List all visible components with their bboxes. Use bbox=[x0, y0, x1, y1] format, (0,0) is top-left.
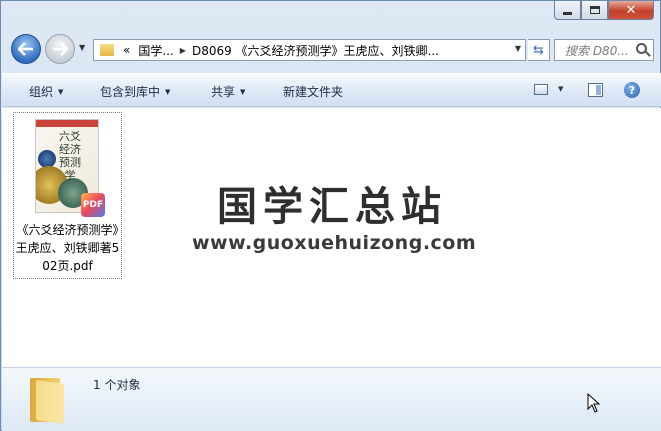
close-icon: ✕ bbox=[625, 2, 637, 18]
watermark-title: 国学汇总站 bbox=[217, 184, 447, 230]
maximize-button[interactable] bbox=[581, 1, 608, 20]
chevron-down-icon: ▼ bbox=[240, 88, 246, 96]
details-pane: 1 个对象 bbox=[2, 367, 661, 431]
file-name[interactable]: 《六爻经济预测学》王虎应、刘铁卿著502页.pdf bbox=[14, 221, 121, 275]
explorer-window: ✕ ▼ « 国学... ▶ D8069 《六爻经济预测学》王虎应、刘铁卿... … bbox=[0, 0, 661, 431]
navigation-bar: ▼ « 国学... ▶ D8069 《六爻经济预测学》王虎应、刘铁卿... ▼ … bbox=[7, 31, 654, 69]
address-overflow[interactable]: « bbox=[119, 43, 134, 57]
search-placeholder: 搜索 D80... bbox=[565, 43, 629, 58]
address-dropdown-icon[interactable]: ▼ bbox=[515, 44, 521, 53]
forward-arrow-icon bbox=[53, 42, 68, 56]
minimize-button[interactable] bbox=[554, 1, 581, 20]
file-item[interactable]: 六爻经济预测学 PDF 《六爻经济预测学》王虎应、刘铁卿著502页.pdf bbox=[13, 112, 122, 279]
address-segment-current[interactable]: D8069 《六爻经济预测学》王虎应、刘铁卿... bbox=[188, 42, 443, 59]
watermark-url: www.guoxuehuizong.com bbox=[192, 232, 477, 254]
back-arrow-icon bbox=[18, 42, 33, 56]
mouse-pointer-icon bbox=[587, 393, 601, 413]
new-folder-label: 新建文件夹 bbox=[283, 85, 344, 99]
back-button[interactable] bbox=[11, 34, 41, 64]
folder-icon bbox=[100, 44, 114, 56]
address-segment-root[interactable]: 国学... bbox=[134, 42, 177, 59]
new-folder-button[interactable]: 新建文件夹 bbox=[283, 83, 343, 100]
command-bar: 组织 ▼ 包含到库中 ▼ 共享 ▼ 新建文件夹 ▼ ? bbox=[2, 73, 661, 107]
address-bar[interactable]: « 国学... ▶ D8069 《六爻经济预测学》王虎应、刘铁卿... ▼ bbox=[93, 39, 526, 61]
include-in-library-label: 包含到库中 bbox=[100, 85, 161, 99]
chevron-down-icon: ▼ bbox=[58, 88, 64, 96]
preview-pane-icon[interactable] bbox=[588, 83, 603, 97]
help-icon[interactable]: ? bbox=[624, 82, 640, 98]
change-view-icon[interactable] bbox=[534, 84, 548, 95]
minimize-icon bbox=[563, 11, 572, 15]
close-button[interactable]: ✕ bbox=[608, 1, 654, 20]
chevron-down-icon: ▼ bbox=[165, 88, 171, 96]
refresh-button[interactable]: ⇆ bbox=[528, 39, 550, 61]
cover-title: 六爻经济预测学 bbox=[59, 130, 81, 182]
file-list[interactable]: 六爻经济预测学 PDF 《六爻经济预测学》王虎应、刘铁卿著502页.pdf 国学… bbox=[2, 108, 661, 367]
folder-icon bbox=[30, 374, 64, 424]
maximize-icon bbox=[589, 6, 600, 14]
pdf-icon: PDF bbox=[81, 193, 105, 217]
forward-button[interactable] bbox=[45, 34, 75, 64]
share-label: 共享 bbox=[211, 85, 236, 99]
cover-band bbox=[36, 120, 98, 127]
caption-buttons: ✕ bbox=[554, 1, 654, 21]
share-menu[interactable]: 共享 ▼ bbox=[211, 83, 245, 100]
organize-menu[interactable]: 组织 ▼ bbox=[29, 83, 63, 100]
refresh-icon: ⇆ bbox=[533, 42, 544, 58]
organize-label: 组织 bbox=[29, 85, 54, 99]
search-input[interactable]: 搜索 D80... bbox=[554, 39, 654, 61]
chevron-right-icon[interactable]: ▶ bbox=[178, 46, 188, 55]
item-count: 1 个对象 bbox=[93, 378, 141, 392]
recent-pages-dropdown-icon[interactable]: ▼ bbox=[79, 43, 85, 52]
view-dropdown-icon[interactable]: ▼ bbox=[558, 85, 563, 93]
search-icon[interactable] bbox=[636, 43, 647, 54]
folder-front bbox=[36, 380, 64, 424]
include-in-library-menu[interactable]: 包含到库中 ▼ bbox=[100, 83, 170, 100]
